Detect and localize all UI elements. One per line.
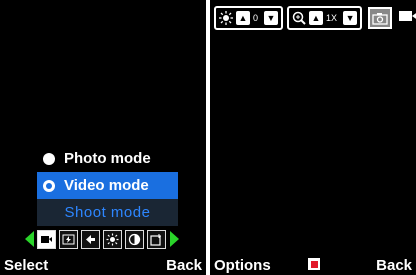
camera-top-bar: ▲ 0 ▼ ▲ 1X ▼ [214,5,416,31]
right-arrow-icon[interactable] [170,231,179,247]
softkey-select[interactable]: Select [4,257,48,274]
brightness-control[interactable]: ▲ 0 ▼ [214,6,284,30]
zoom-down-icon[interactable]: ▼ [343,11,358,25]
softkey-back[interactable]: Back [166,257,202,274]
frame-icon[interactable] [147,229,166,249]
flash-icon[interactable] [59,229,78,249]
brightness-value: 0 [253,13,259,23]
menu-item-video-mode[interactable]: Video mode [37,172,178,199]
softkey-back[interactable]: Back [376,257,412,274]
left-arrow-icon[interactable] [25,231,34,247]
shoot-mode-menu: Photo mode Video mode Shoot mode [37,145,178,226]
radio-icon [43,152,55,165]
zoom-icon [292,11,306,25]
zoom-value: 1X [326,13,338,23]
brightness-stepper-icon[interactable]: ▲ [236,11,250,25]
video-mode-icon[interactable] [37,229,56,249]
camera-mode-icon[interactable] [368,7,393,29]
menu-item-label: Photo mode [64,150,151,167]
zoom-control[interactable]: ▲ 1X ▼ [287,6,363,30]
white-balance-icon[interactable] [103,229,122,249]
video-camera-icon[interactable] [398,8,416,29]
left-phone-screen: Photo mode Video mode Shoot mode Select … [0,0,206,275]
brightness-icon [219,11,233,25]
menu-header: Shoot mode [37,199,178,226]
zoom-up-icon[interactable]: ▲ [309,11,324,25]
contrast-icon[interactable] [125,229,144,249]
radio-selected-icon [43,179,55,192]
right-phone-screen: ▲ 0 ▼ ▲ 1X ▼ 320 x240 Options Back [210,0,416,275]
menu-item-photo-mode[interactable]: Photo mode [37,145,178,172]
mode-icon-bar [25,228,190,250]
record-icon[interactable] [308,258,320,270]
brightness-down-icon[interactable]: ▼ [264,11,279,25]
softkey-options[interactable]: Options [214,257,271,274]
effects-icon[interactable] [81,229,100,249]
menu-header-label: Shoot mode [64,204,151,221]
menu-item-label: Video mode [64,177,149,194]
